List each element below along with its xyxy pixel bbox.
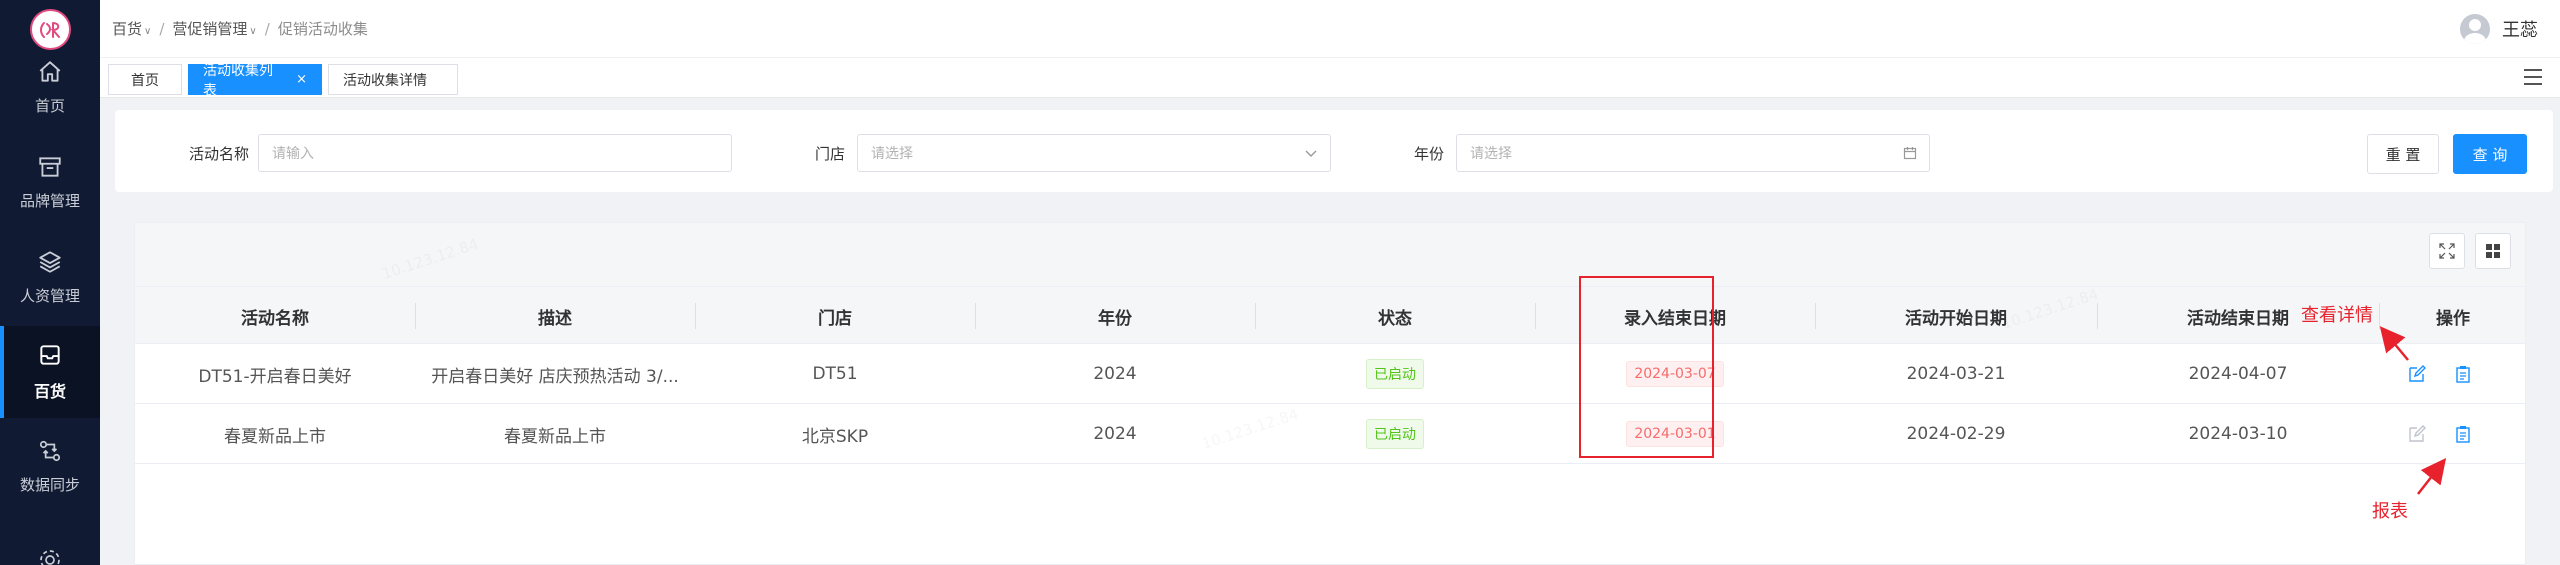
breadcrumb-separator: /	[264, 19, 270, 38]
breadcrumb-item-department-store[interactable]: 百货 ∨	[112, 18, 151, 39]
column-header[interactable]: 活动开始日期	[1815, 287, 2097, 345]
sidebar-item-label: 品牌管理	[19, 191, 80, 210]
tab-home[interactable]: 首页	[108, 64, 182, 95]
cell-activity-name: 春夏新品上市	[224, 426, 326, 447]
cell-year: 2024	[1093, 424, 1137, 444]
column-settings-button[interactable]	[2475, 233, 2511, 269]
edit-icon-disabled	[2409, 425, 2426, 442]
table-row[interactable]: 春夏新品上市 春夏新品上市 北京SKP 2024 已启动 2024-03-01 …	[135, 404, 2525, 464]
cell-activity-name: DT51-开启春日美好	[198, 366, 352, 387]
menu-icon[interactable]	[2524, 69, 2542, 85]
placeholder: 请输入	[272, 146, 314, 162]
annotation-report: 报表	[2372, 501, 2408, 522]
table-row[interactable]: DT51-开启春日美好 开启春日美好 店庆预热活动 3/... DT51 202…	[135, 344, 2525, 404]
sidebar: 首页 品牌管理 人资管理 百货 数据同步	[0, 0, 100, 565]
cell-store: 北京SKP	[801, 426, 869, 447]
annotation-highlight-box	[1579, 276, 1714, 458]
column-header[interactable]: 状态	[1255, 287, 1535, 345]
cell-end-date: 2024-04-07	[2188, 364, 2288, 384]
home-icon	[39, 60, 61, 82]
column-header[interactable]: 活动名称	[135, 287, 415, 345]
avatar	[2460, 14, 2490, 44]
column-header[interactable]: 年份	[975, 287, 1255, 345]
fullscreen-icon	[2439, 243, 2455, 259]
logo-icon	[39, 21, 60, 38]
breadcrumb-item-current: 促销活动收集	[277, 20, 368, 38]
activity-name-label: 活动名称	[189, 145, 250, 163]
table-panel: 活动名称 描述 门店 年份 状态 录入结束日期 活动开始日期 活动结束日期 操作…	[134, 222, 2526, 565]
tab-bar: 首页 活动收集列表 × 活动收集详情	[100, 58, 2560, 99]
status-badge: 已启动	[1366, 359, 1424, 389]
sidebar-item-brand[interactable]: 品牌管理	[0, 136, 100, 228]
sidebar-item-label: 百货	[33, 382, 66, 401]
edit-icon[interactable]	[2407, 364, 2427, 384]
cell-store: DT51	[812, 364, 858, 384]
user-menu[interactable]: 王蕊	[2460, 14, 2538, 44]
layers-icon	[39, 250, 61, 273]
fullscreen-button[interactable]	[2429, 233, 2465, 269]
table-header: 活动名称 描述 门店 年份 状态 录入结束日期 活动开始日期 活动结束日期 操作	[135, 286, 2525, 344]
cell-description: 开启春日美好 店庆预热活动 3/...	[431, 366, 679, 387]
column-header[interactable]: 描述	[415, 287, 695, 345]
cell-year: 2024	[1093, 364, 1137, 384]
chevron-down-icon: ∨	[144, 26, 152, 37]
chevron-down-icon	[1305, 150, 1317, 157]
filter-panel: 活动名称 请输入 门店 请选择 年份 请选择 重 置 查 询	[115, 110, 2553, 192]
status-badge: 已启动	[1366, 419, 1424, 449]
sync-icon	[39, 440, 61, 461]
grid-icon	[2486, 244, 2500, 258]
archive-icon	[39, 156, 61, 177]
placeholder: 请选择	[1470, 146, 1512, 162]
store-label: 门店	[815, 145, 846, 163]
close-icon[interactable]: ×	[296, 72, 307, 87]
settings-icon[interactable]	[38, 548, 62, 565]
sidebar-item-label: 人资管理	[19, 286, 80, 305]
tab-activity-detail[interactable]: 活动收集详情	[328, 64, 458, 95]
cell-start-date: 2024-02-29	[1906, 424, 2006, 444]
tab-activity-list[interactable]: 活动收集列表 ×	[188, 63, 322, 99]
sidebar-item-data-sync[interactable]: 数据同步	[0, 420, 100, 512]
store-select[interactable]: 请选择	[857, 134, 1331, 172]
user-name: 王蕊	[2502, 20, 2538, 41]
sidebar-item-label: 首页	[34, 96, 65, 115]
cell-description: 春夏新品上市	[504, 426, 606, 447]
breadcrumb: 百货 ∨ / 营促销管理 ∨ / 促销活动收集	[112, 18, 368, 39]
inbox-icon	[40, 345, 60, 365]
annotation-view-detail: 查看详情	[2301, 305, 2373, 326]
year-label: 年份	[1414, 145, 1445, 163]
sidebar-item-hr[interactable]: 人资管理	[0, 231, 100, 323]
cell-end-date: 2024-03-10	[2188, 424, 2288, 444]
tab-label: 活动收集列表	[203, 62, 273, 99]
table-toolbar	[135, 223, 2525, 286]
top-bar: 百货 ∨ / 营促销管理 ∨ / 促销活动收集 王蕊	[100, 0, 2560, 58]
activity-name-input[interactable]: 请输入	[258, 134, 732, 172]
calendar-icon	[1903, 147, 1917, 160]
cell-start-date: 2024-03-21	[1906, 364, 2006, 384]
reset-button[interactable]: 重 置	[2367, 134, 2439, 174]
sidebar-item-department-store[interactable]: 百货	[0, 326, 100, 418]
chevron-down-icon: ∨	[249, 26, 257, 37]
sidebar-item-home[interactable]: 首页	[0, 41, 100, 133]
sidebar-item-label: 数据同步	[19, 475, 80, 494]
column-header: 操作	[2436, 308, 2470, 329]
query-button[interactable]: 查 询	[2453, 134, 2527, 174]
report-icon[interactable]	[2453, 364, 2473, 384]
cell-status: 已启动	[1255, 404, 1535, 464]
column-header[interactable]: 门店	[695, 287, 975, 345]
report-icon[interactable]	[2453, 424, 2473, 444]
placeholder: 请选择	[871, 146, 913, 162]
breadcrumb-separator: /	[159, 19, 165, 38]
cell-status: 已启动	[1255, 344, 1535, 404]
tab-label: 活动收集详情	[343, 72, 427, 89]
year-picker[interactable]: 请选择	[1456, 134, 1930, 172]
tab-label: 首页	[131, 72, 159, 89]
breadcrumb-item-promotion[interactable]: 营促销管理 ∨	[172, 18, 256, 39]
